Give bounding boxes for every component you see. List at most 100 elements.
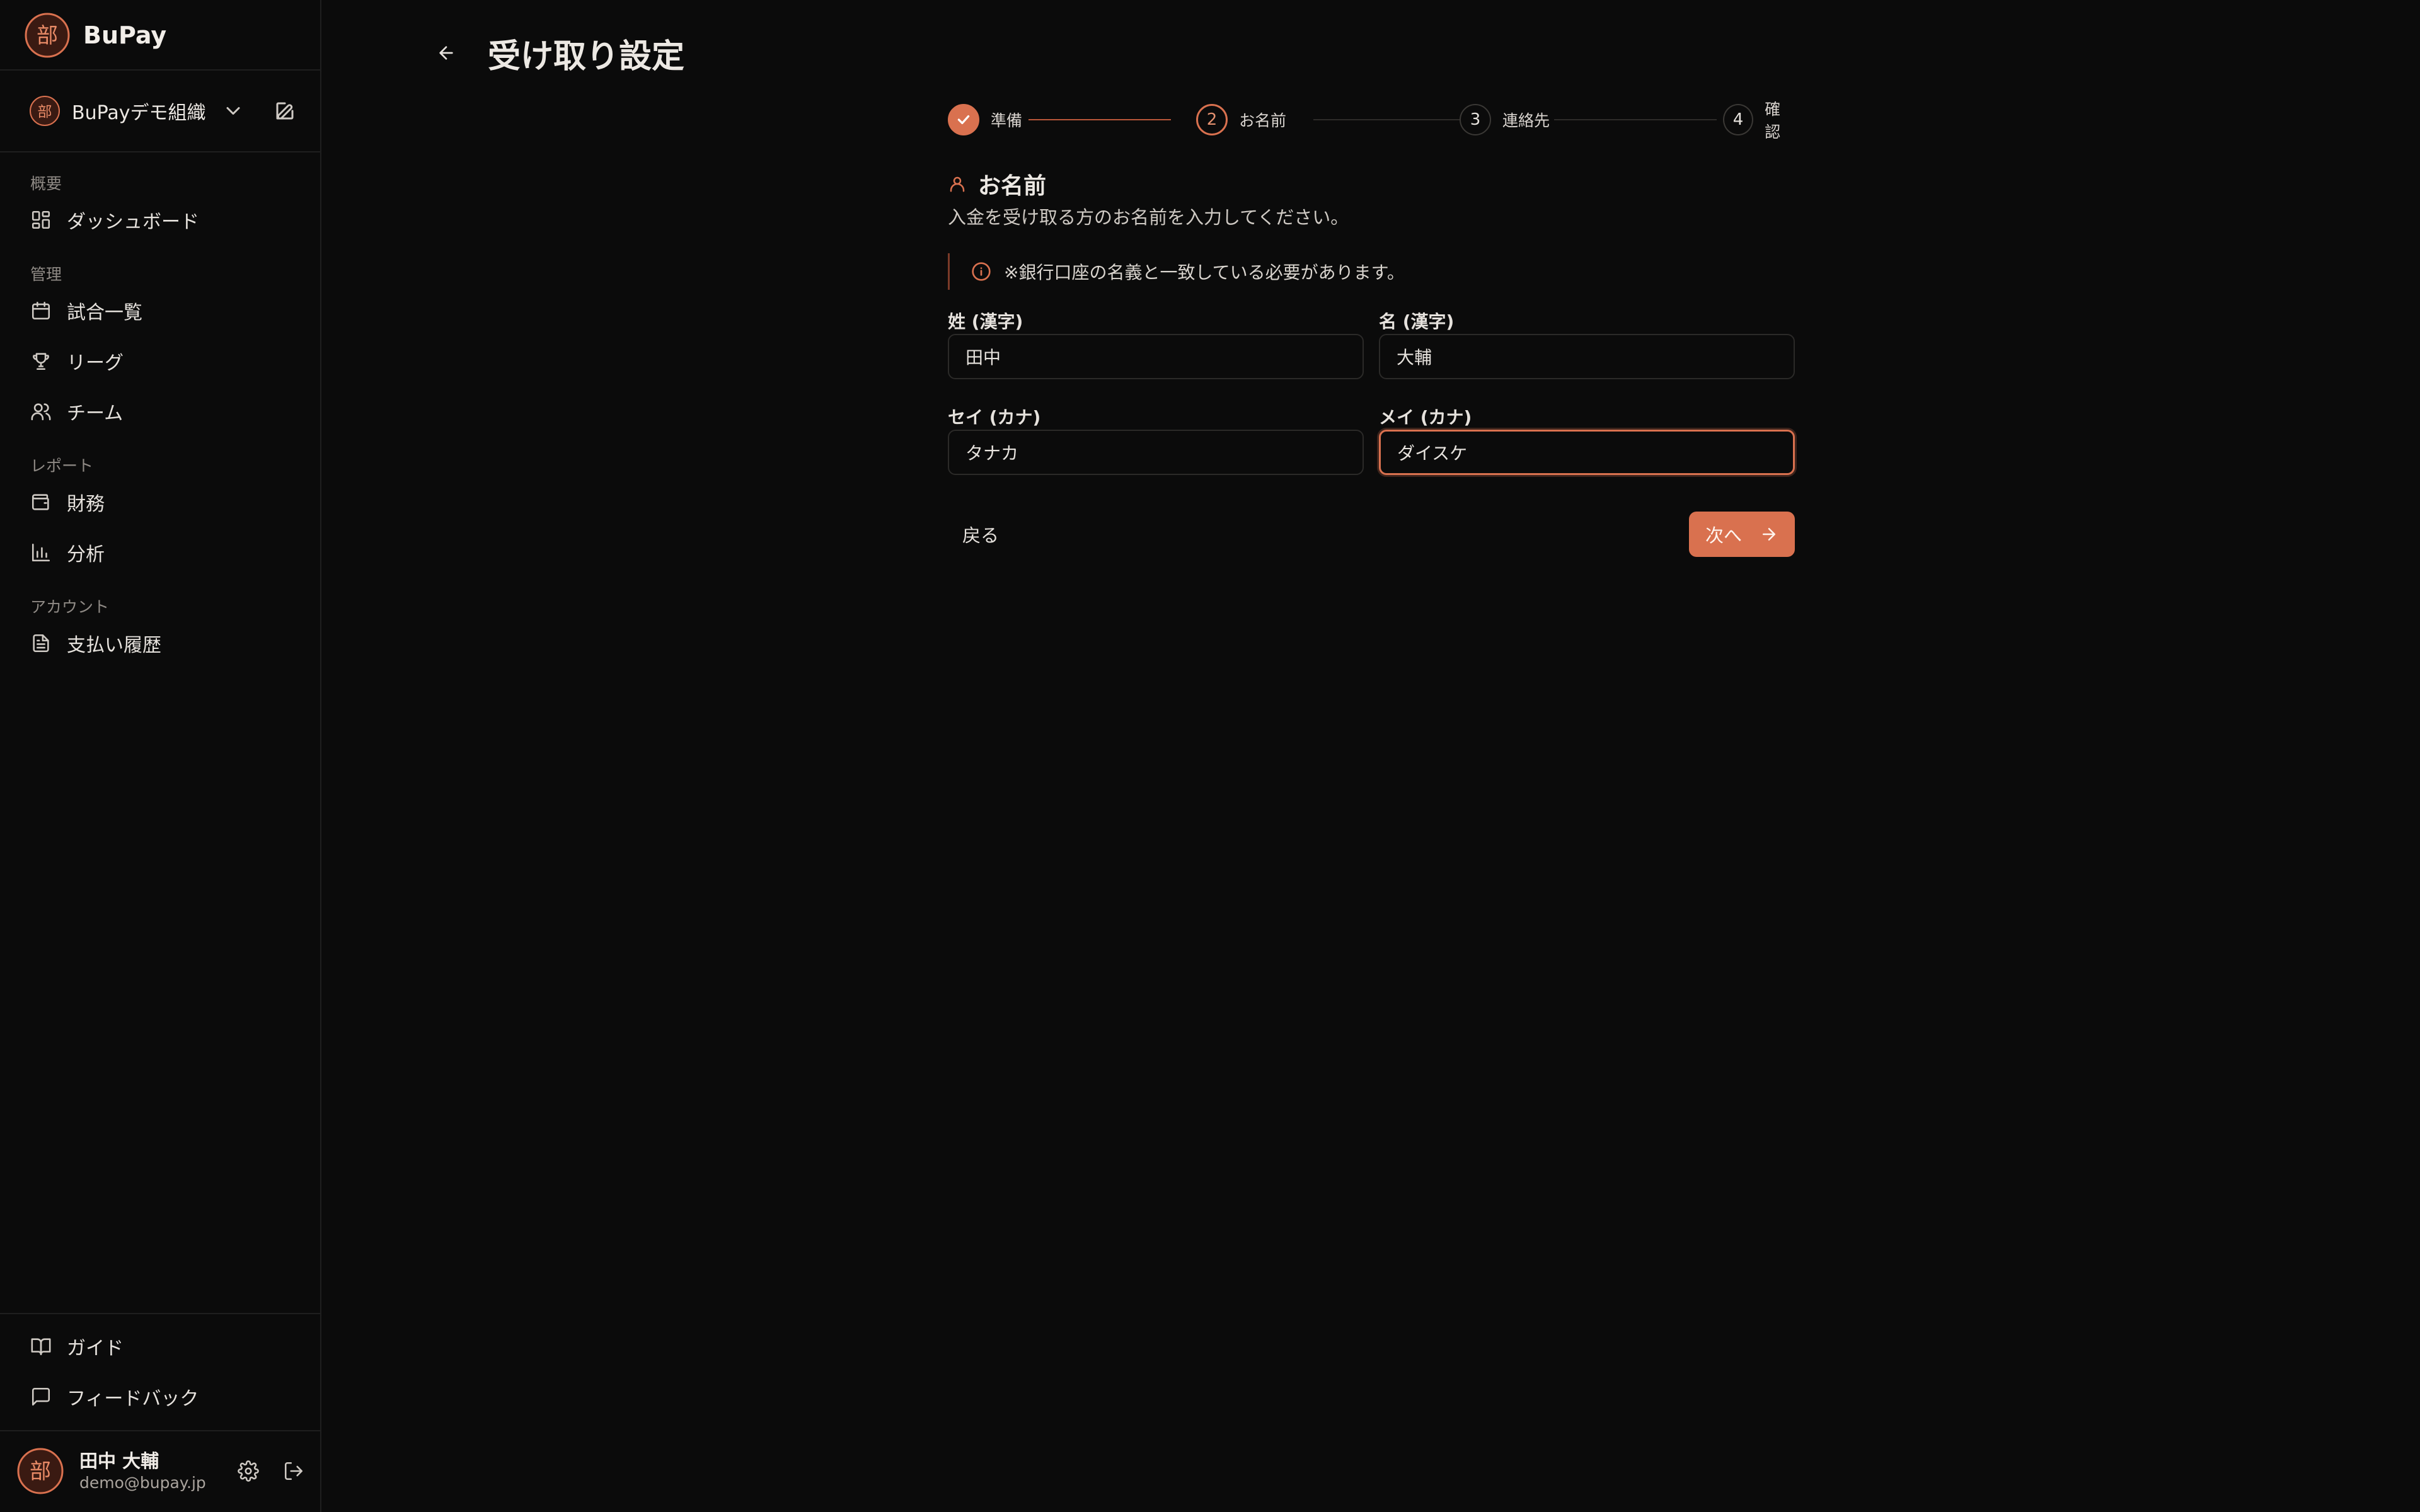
brand-logo-char: 部	[37, 23, 58, 49]
edit-icon[interactable]	[274, 100, 296, 122]
arrow-right-icon	[1763, 528, 1775, 541]
stepper: 準備 2 お名前 3 連絡先 4 確認	[948, 100, 1795, 141]
step-3: 3 連絡先	[1460, 103, 1550, 136]
sidebar: 部 BuPay 部 BuPayデモ組織 概要 ダッシュボード 管理 試合一覧 リ…	[0, 0, 321, 1512]
arrow-left-icon	[439, 46, 453, 60]
sidebar-item-label: リーグ	[67, 352, 124, 374]
last-name-kana-input[interactable]	[948, 430, 1364, 475]
step-number: 4	[1723, 104, 1754, 135]
wallet-icon	[32, 494, 49, 510]
sidebar-item-label: ガイド	[67, 1337, 124, 1360]
step-label: 連絡先	[1502, 112, 1550, 130]
sidebar-item-finance[interactable]: 財務	[25, 483, 296, 522]
nav-section-account: アカウント	[30, 598, 110, 616]
step-1[interactable]: 準備	[948, 103, 1022, 136]
sidebar-item-label: 支払い履歴	[67, 634, 161, 656]
first-name-kana-input[interactable]	[1379, 430, 1795, 475]
app-root: 部 BuPay 部 BuPayデモ組織 概要 ダッシュボード 管理 試合一覧 リ…	[0, 0, 2420, 1512]
step-number: 2	[1196, 104, 1228, 135]
first-name-kanji-input[interactable]	[1379, 334, 1795, 379]
book-open-icon	[31, 1338, 51, 1356]
step-label: お名前	[1239, 112, 1287, 130]
field-label: 名 (漢字)	[1379, 311, 1455, 332]
nav-section-manage: 管理	[30, 265, 62, 284]
last-name-kanji-input[interactable]	[948, 334, 1364, 379]
org-logo-char: 部	[38, 104, 52, 120]
brand-name: BuPay	[83, 21, 167, 49]
gear-icon	[238, 1460, 259, 1482]
user-icon	[950, 176, 965, 192]
user-info: 田中 大輔 demo@bupay.jp	[79, 1449, 216, 1493]
bar-chart-icon	[32, 543, 50, 562]
users-icon	[31, 403, 51, 421]
divider	[0, 151, 321, 152]
form-section-header: お名前	[948, 166, 1046, 202]
step-connector	[1554, 119, 1717, 120]
field-last-kana: セイ (カナ)	[948, 406, 1364, 475]
next-button-label: 次へ	[1705, 525, 1742, 546]
sidebar-item-guide[interactable]: ガイド	[25, 1327, 296, 1366]
notice-text: ※銀行口座の名義と一致している必要があります。	[1004, 262, 1405, 283]
sidebar-item-feedback[interactable]: フィードバック	[25, 1377, 296, 1416]
dashboard-icon	[32, 210, 50, 229]
back-button[interactable]: 戻る	[948, 512, 1013, 557]
back-nav-button[interactable]	[429, 35, 464, 71]
step-connector	[1313, 119, 1460, 120]
nav-section-reports: レポート	[30, 457, 94, 475]
nav-section-overview: 概要	[30, 175, 62, 193]
form-description: 入金を受け取る方のお名前を入力してください。	[948, 207, 1349, 228]
check-icon	[948, 104, 979, 135]
file-text-icon	[33, 634, 49, 653]
field-last-kanji: 姓 (漢字)	[948, 310, 1364, 379]
field-label: 姓 (漢字)	[948, 311, 1023, 332]
sidebar-item-label: 財務	[67, 493, 105, 515]
divider	[0, 69, 321, 71]
step-4: 4 確認	[1723, 100, 1795, 141]
divider	[0, 1313, 321, 1314]
sidebar-item-analytics[interactable]: 分析	[25, 533, 296, 572]
divider	[0, 1430, 321, 1431]
field-label: セイ (カナ)	[948, 407, 1041, 428]
page-title: 受け取り設定	[488, 37, 685, 76]
sidebar-item-payments[interactable]: 支払い履歴	[25, 624, 296, 663]
form-section-title: お名前	[978, 173, 1047, 199]
bu-seal-icon: 部	[24, 12, 71, 59]
calendar-icon	[32, 301, 50, 320]
brand[interactable]: 部 BuPay	[24, 11, 166, 59]
logout-button[interactable]	[281, 1458, 306, 1484]
log-out-icon	[284, 1462, 303, 1480]
user-profile: 部 田中 大輔 demo@bupay.jp	[16, 1443, 306, 1499]
org-name: BuPayデモ組織	[72, 102, 206, 124]
sidebar-item-dashboard[interactable]: ダッシュボード	[25, 200, 296, 239]
org-switcher[interactable]: 部 BuPayデモ組織	[29, 93, 296, 129]
avatar-logo-char: 部	[30, 1459, 51, 1484]
sidebar-item-label: 試合一覧	[67, 302, 142, 324]
info-icon	[972, 262, 991, 281]
sidebar-item-team[interactable]: チーム	[25, 392, 296, 431]
page-header: 受け取り設定	[429, 28, 684, 78]
sidebar-item-label: フィードバック	[67, 1388, 199, 1410]
step-label: 準備	[991, 112, 1023, 130]
message-square-icon	[32, 1387, 50, 1406]
avatar: 部	[16, 1447, 64, 1495]
user-email: demo@bupay.jp	[79, 1474, 206, 1492]
step-connector	[1028, 119, 1171, 120]
sidebar-item-label: 分析	[67, 544, 105, 566]
user-name: 田中 大輔	[79, 1450, 159, 1472]
field-label: メイ (カナ)	[1379, 407, 1472, 428]
notice-callout: ※銀行口座の名義と一致している必要があります。	[948, 253, 1795, 290]
settings-button[interactable]	[236, 1458, 261, 1484]
sidebar-item-label: ダッシュボード	[67, 211, 199, 233]
field-first-kanji: 名 (漢字)	[1379, 310, 1795, 379]
sidebar-item-label: チーム	[67, 403, 124, 425]
field-first-kana: メイ (カナ)	[1379, 406, 1795, 475]
next-button[interactable]: 次へ	[1689, 512, 1795, 557]
step-label: 確認	[1765, 100, 1781, 141]
trophy-icon	[33, 353, 49, 370]
step-number: 3	[1460, 104, 1491, 135]
step-2: 2 お名前	[1196, 103, 1286, 136]
chevron-down-icon[interactable]	[222, 100, 245, 122]
org-logo-icon: 部	[29, 95, 60, 127]
sidebar-item-matches[interactable]: 試合一覧	[25, 291, 296, 330]
sidebar-item-league[interactable]: リーグ	[25, 341, 296, 381]
